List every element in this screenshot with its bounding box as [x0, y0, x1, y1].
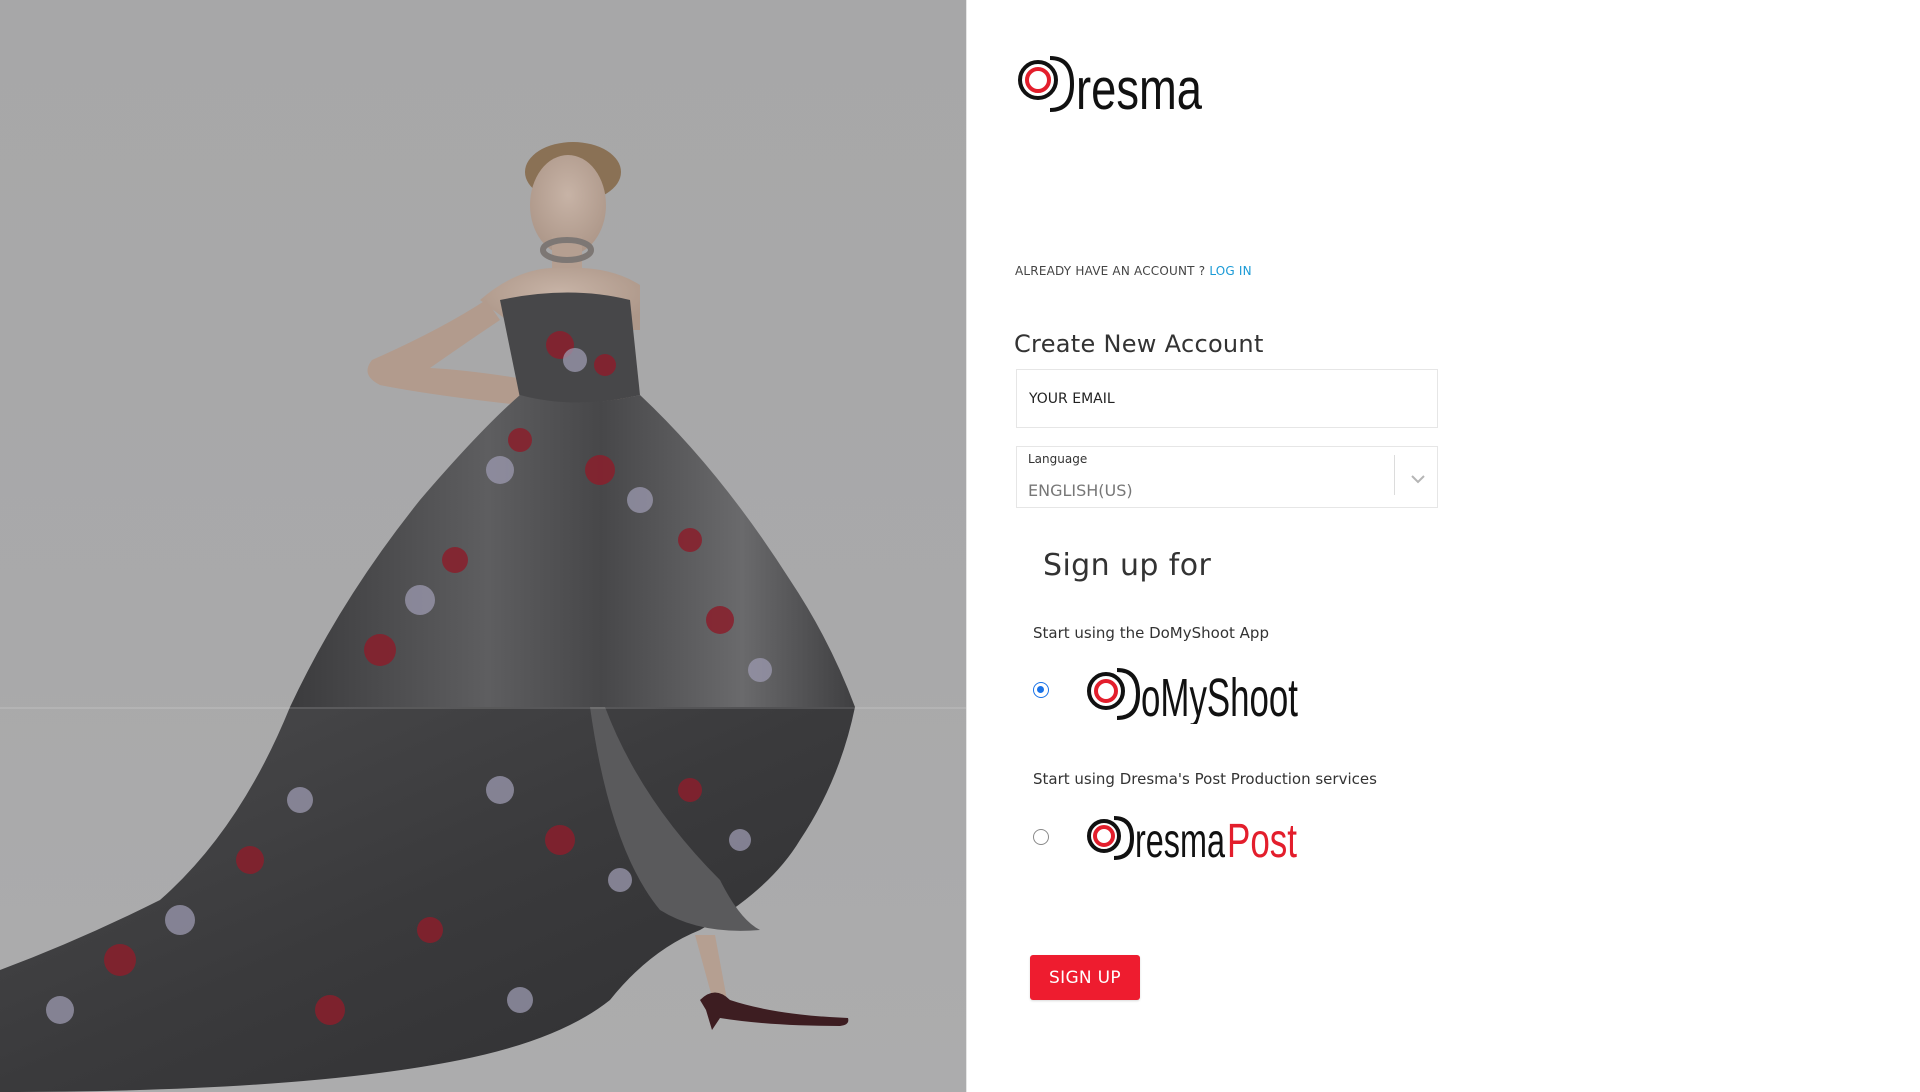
login-prompt-text: ALREADY HAVE AN ACCOUNT ? — [1015, 264, 1206, 278]
svg-text:Post: Post — [1227, 815, 1297, 862]
login-link[interactable]: LOG IN — [1209, 264, 1252, 278]
model-in-gown-illustration — [0, 142, 855, 1092]
panel-divider — [966, 0, 967, 1092]
domyshoot-radio[interactable] — [1033, 682, 1049, 698]
signup-for-title: Sign up for — [1043, 548, 1212, 583]
dresmapost-radio[interactable] — [1033, 829, 1049, 845]
dresmapost-description: Start using Dresma's Post Production ser… — [1033, 770, 1377, 788]
email-field-container — [1016, 369, 1438, 428]
select-separator — [1394, 455, 1395, 495]
login-prompt: ALREADY HAVE AN ACCOUNT ? LOG IN — [1015, 264, 1252, 278]
domyshoot-description: Start using the DoMyShoot App — [1033, 624, 1269, 642]
svg-text:resma: resma — [1076, 57, 1203, 114]
dresma-logo: resma — [1016, 52, 1206, 122]
svg-text:resma: resma — [1135, 815, 1225, 862]
image-seam — [0, 707, 966, 709]
form-title: Create New Account — [1014, 330, 1264, 358]
language-value: ENGLISH(US) — [1028, 481, 1133, 500]
hero-image — [0, 0, 966, 1092]
email-field[interactable] — [1017, 370, 1437, 427]
domyshoot-logo[interactable]: oMyShoot — [1086, 664, 1301, 728]
language-label: Language — [1028, 452, 1088, 466]
signup-button[interactable]: SIGN UP — [1030, 955, 1140, 1000]
chevron-down-icon[interactable] — [1410, 469, 1426, 488]
svg-text:oMyShoot: oMyShoot — [1141, 668, 1298, 724]
dresmapost-logo[interactable]: resma Post — [1086, 812, 1301, 868]
language-select[interactable]: Language ENGLISH(US) — [1016, 446, 1438, 508]
